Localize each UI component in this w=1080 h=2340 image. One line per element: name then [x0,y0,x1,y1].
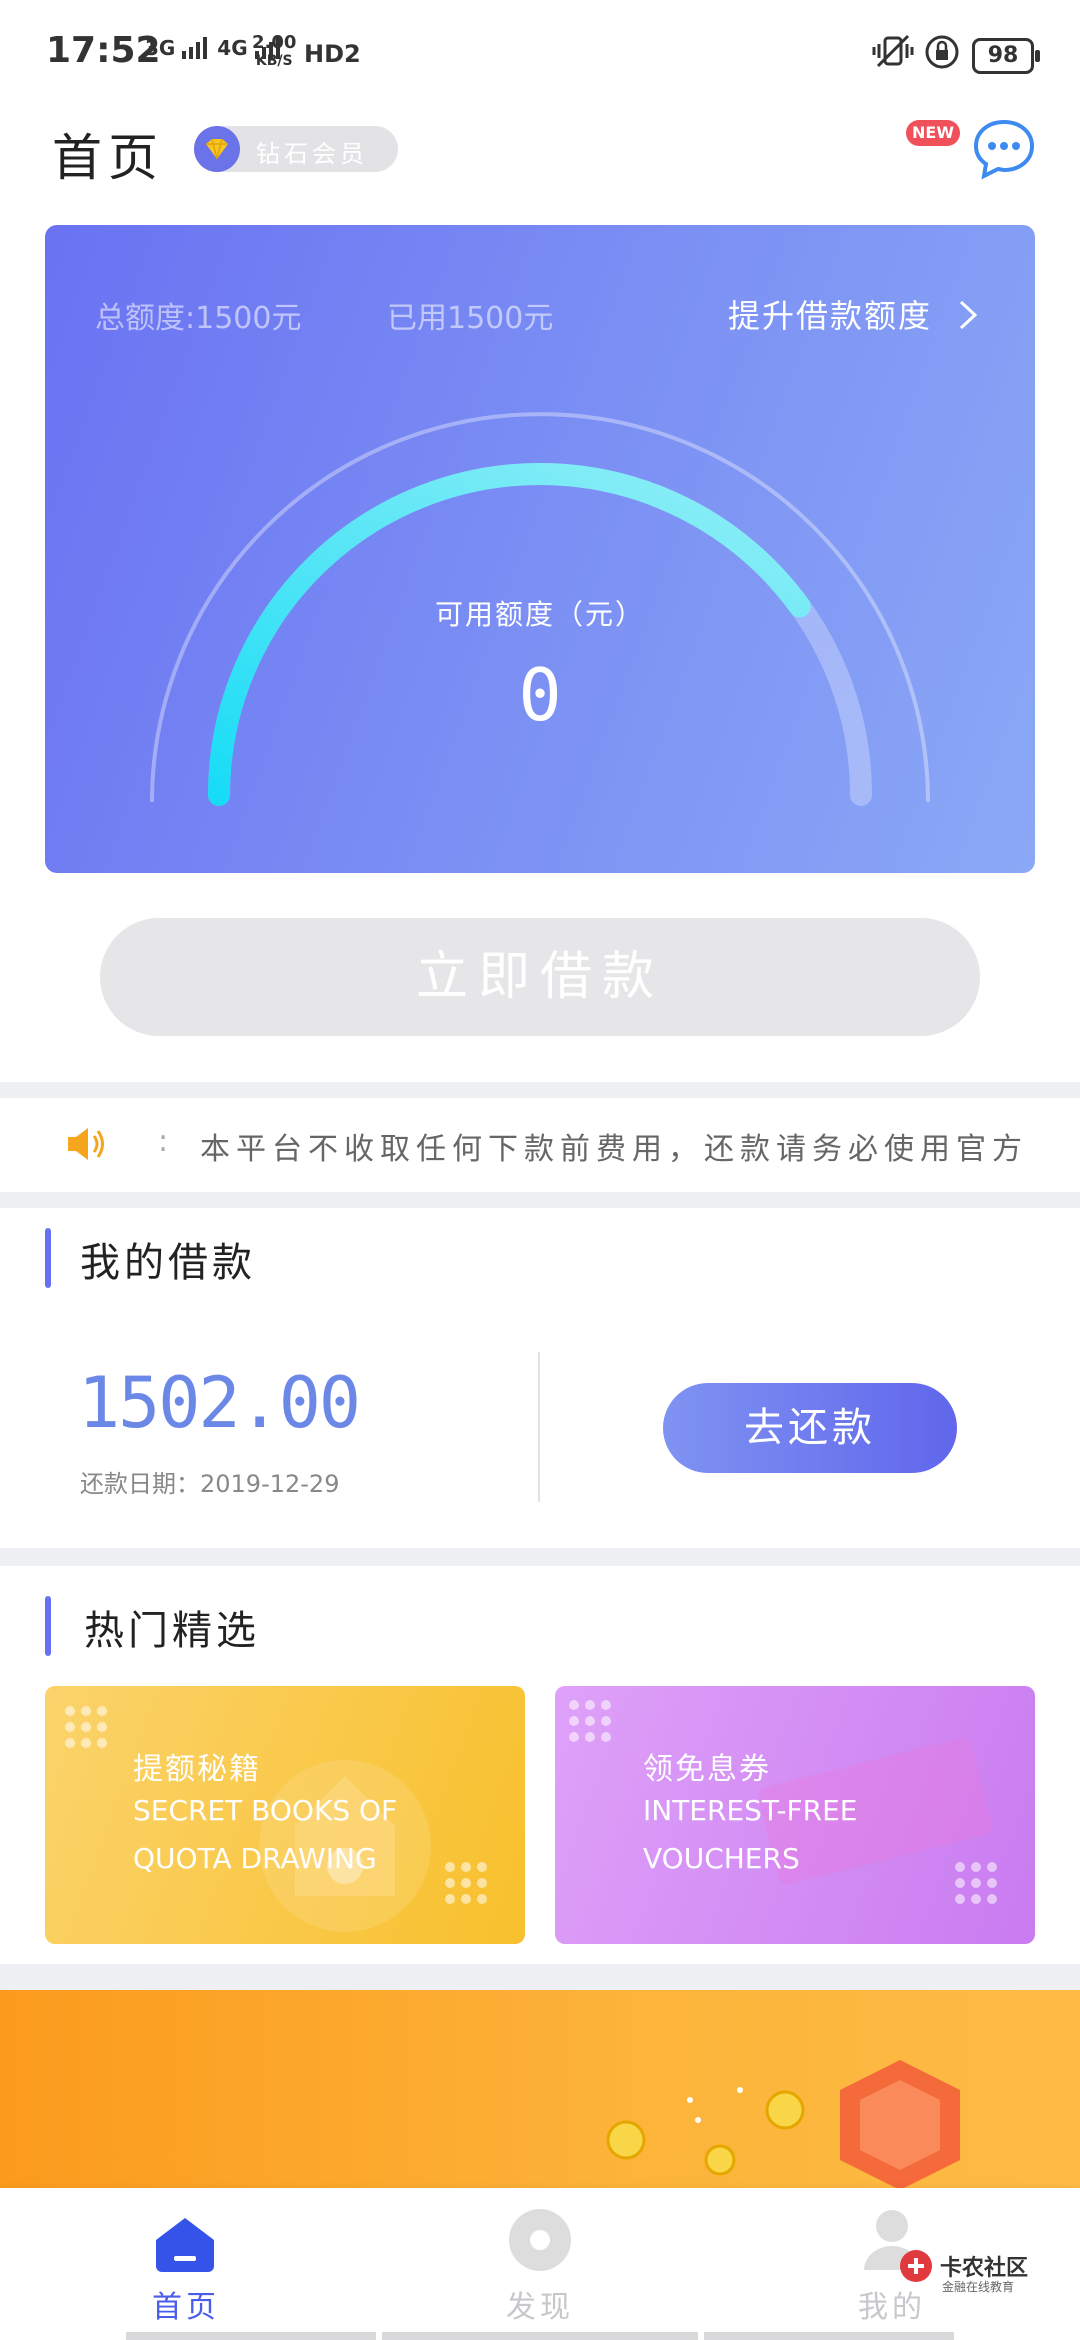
network-3g-label: 3G [145,36,176,60]
message-icon[interactable] [972,118,1036,186]
gauge-track [208,463,872,806]
home-icon [156,2218,214,2272]
promo-title-cn: 提额秘籍 [133,1752,261,1787]
vertical-divider [538,1352,540,1502]
chevron-right-icon [958,299,978,339]
network-4g-label: 4G [217,36,248,60]
diamond-icon [194,126,240,172]
signal-icon [182,37,210,59]
page-title: 首页 [52,129,164,187]
speaker-icon [64,1124,108,1168]
network-speed: 2.00 KB/S [252,34,296,70]
notice-bar[interactable]: : 本平台不收取任何下款前费用，还款请务必使用官方 [0,1098,1080,1192]
gauge-fill [208,463,872,806]
promo-card-interest-free[interactable]: 领免息券 INTEREST-FREE VOUCHERS [555,1686,1035,1944]
borrow-now-button[interactable]: 立即借款 [100,918,980,1036]
raise-credit-link[interactable]: 提升借款额度 [728,291,978,339]
hot-picks-title: 热门精选 [84,1608,260,1654]
repay-button[interactable]: 去还款 [663,1383,957,1473]
promo-title-en: QUOTA DRAWING [133,1842,377,1875]
home-indicator [382,2332,698,2340]
coins-illustration [606,2060,960,2190]
house-illustration [259,1760,431,1932]
hd-indicator: HD2 [304,40,361,68]
promo-banner[interactable] [0,1990,1080,2190]
section-marker [45,1596,51,1656]
available-credit-label: 可用额度（元） [434,598,645,631]
tab-home-label: 首页 [152,2290,220,2325]
status-time: 17:52 [46,30,161,71]
promo-card-quota-tips[interactable]: 提额秘籍 SECRET BOOKS OF QUOTA DRAWING [45,1686,525,1944]
bottom-tab-bar: 首页 发现 我的 [0,2188,1080,2340]
vibrate-icon [872,34,914,74]
raise-credit-label: 提升借款额度 [728,297,933,335]
tab-home[interactable]: 首页 [66,2188,306,2340]
network-speed-value: 2.00 [252,32,297,53]
tab-discover-label: 发现 [506,2290,574,2325]
promo-title-en: VOUCHERS [643,1842,800,1875]
member-badge-label: 钻石会员 [256,140,368,168]
member-badge[interactable]: 钻石会员 [194,126,398,172]
status-bar: 17:52 3G 4G 2.00 KB/S HD2 98 [0,0,1080,100]
home-indicator [704,2332,954,2340]
notice-text: 本平台不收取任何下款前费用，还款请务必使用官方 [200,1132,1028,1167]
dots-decoration [569,1700,611,1742]
battery-indicator: 98 [972,38,1040,74]
section-divider [0,1548,1080,1566]
section-divider [0,1082,1080,1098]
network-speed-unit: KB/S [255,53,293,69]
home-indicator [126,2332,376,2340]
discover-icon [509,2209,571,2271]
dots-decoration [65,1706,107,1748]
new-badge: NEW [906,120,960,146]
dots-decoration [445,1862,487,1904]
used-credit-label: 已用1500元 [387,301,554,336]
rotation-lock-icon [924,34,960,74]
loan-due-date: 还款日期：2019-12-29 [80,1470,340,1498]
total-credit-label: 总额度:1500元 [95,301,302,336]
watermark-subtitle: 金融在线教育 [942,2280,1015,2294]
section-divider [0,1192,1080,1208]
section-marker [45,1228,51,1288]
loan-amount: 1502.00 [78,1362,361,1444]
notice-separator: : [158,1124,169,1159]
credit-card: 总额度:1500元 已用1500元 提升借款额度 可用额度（元） 0 [45,225,1035,873]
dots-decoration [955,1862,997,1904]
tab-discover[interactable]: 发现 [420,2188,660,2340]
my-loan-title: 我的借款 [80,1240,256,1286]
promo-title-en: INTEREST-FREE [643,1794,858,1827]
available-credit-value: 0 [518,653,562,737]
promo-title-cn: 领免息券 [643,1752,771,1787]
watermark-logo-icon [898,2248,934,2288]
section-divider [0,1964,1080,1990]
promo-title-en: SECRET BOOKS OF [133,1794,398,1827]
